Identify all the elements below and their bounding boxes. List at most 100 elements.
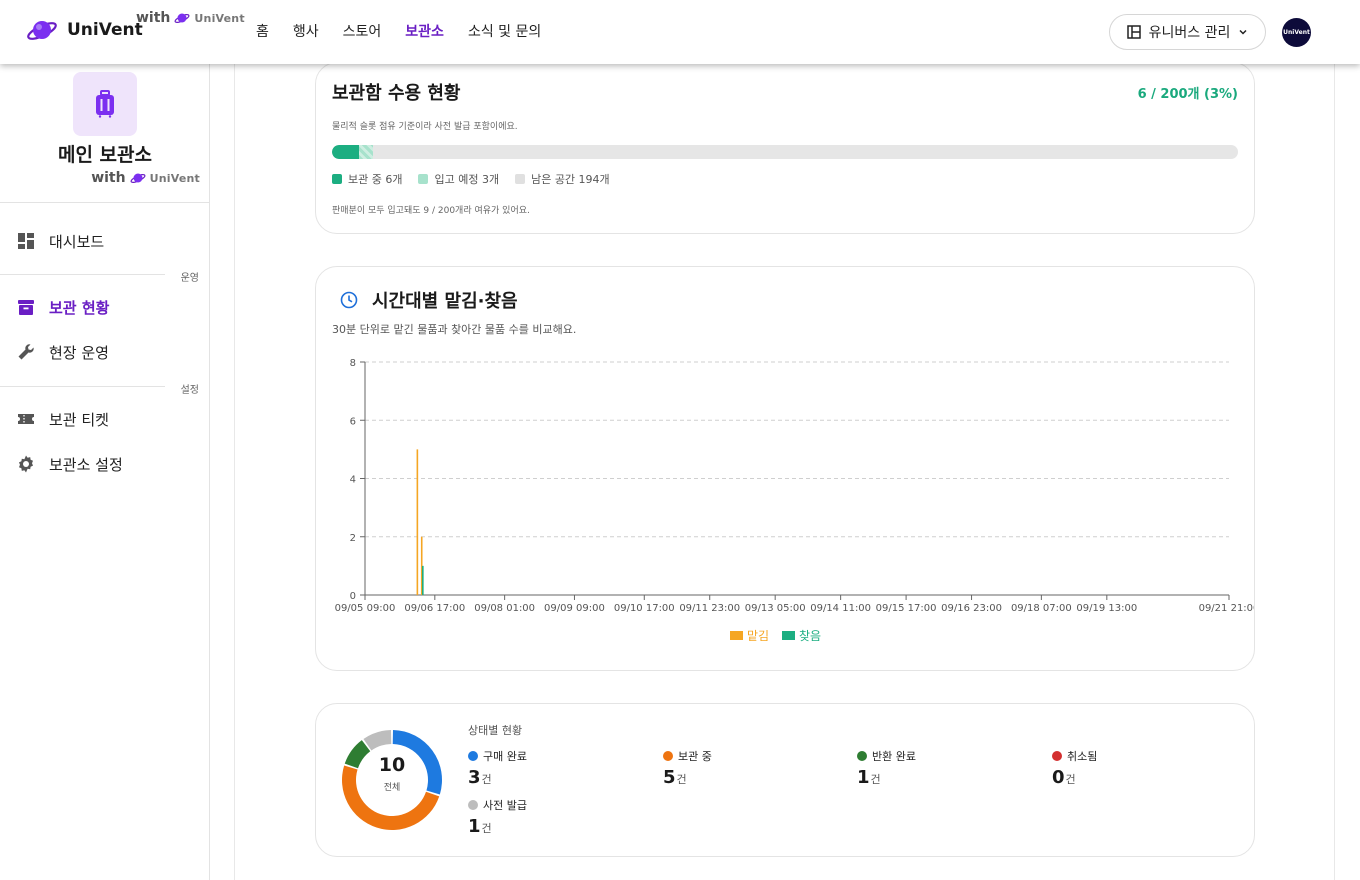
with-brand: UniVent — [194, 11, 245, 25]
nav-storage[interactable]: 보관소 — [405, 21, 444, 41]
timeline-subtitle: 30분 단위로 맡긴 물품과 찾아간 물품 수를 비교해요. — [332, 323, 577, 336]
x-tick-label: 09/14 11:00 — [810, 603, 871, 614]
status-dot — [663, 751, 673, 761]
legend-swatch — [515, 174, 526, 184]
status-dot — [1052, 751, 1062, 761]
status-purchased: 구매 완료 3건 — [468, 748, 527, 788]
status-count: 1 — [468, 816, 481, 837]
nav-events[interactable]: 행사 — [293, 21, 319, 41]
legend-incoming: 입고 예정 3개 — [418, 171, 499, 187]
legend-label: 입고 예정 3개 — [434, 173, 500, 186]
sidebar-item-storage-ticket[interactable]: 보관 티켓 — [0, 399, 209, 439]
status-count: 0 — [1052, 767, 1065, 788]
with-label: with — [136, 10, 171, 26]
chart-bar — [422, 565, 424, 595]
status-unit: 건 — [481, 773, 492, 786]
status-name: 반환 완료 — [872, 750, 916, 763]
legend-label: 맡김 — [747, 629, 769, 643]
status-dot — [857, 751, 867, 761]
x-tick-label: 09/09 09:00 — [544, 603, 605, 614]
status-unit: 건 — [1065, 773, 1076, 786]
section-label-settings: 설정 — [180, 385, 199, 396]
sidebar-divider — [0, 202, 209, 203]
capacity-title: 보관함 수용 현황 — [332, 83, 461, 104]
universe-manage-label: 유니버스 관리 — [1148, 25, 1231, 41]
store-with-brand: UniVent — [149, 171, 200, 185]
legend-swatch — [782, 631, 795, 640]
status-unit: 건 — [870, 773, 881, 786]
store-with-label: with — [91, 170, 126, 186]
legend-swatch — [418, 174, 429, 184]
sidebar-item-storage-status[interactable]: 보관 현황 — [0, 287, 209, 327]
gear-icon — [19, 455, 33, 473]
y-tick-label: 0 — [350, 591, 356, 602]
sidebar-item-label: 현장 운영 — [49, 343, 109, 362]
nav-store[interactable]: 스토어 — [343, 21, 382, 41]
x-tick-label: 09/06 17:00 — [404, 603, 465, 614]
section-label-operations: 운영 — [180, 273, 199, 284]
status-unit: 건 — [481, 822, 492, 835]
x-tick-label: 09/19 13:00 — [1076, 603, 1137, 614]
wrench-icon — [18, 344, 34, 360]
chart-bar — [416, 449, 419, 595]
status-pre-issued: 사전 발급 1건 — [468, 797, 527, 837]
sidebar: 메인 보관소 with UniVent 대시보드 운영 보관 현황 현장 운영 … — [0, 64, 210, 880]
capacity-ratio: 6 / 200개 (3%) — [1137, 87, 1238, 102]
planet-mini-icon — [174, 13, 190, 23]
brand-logo[interactable]: UniVent — [26, 14, 143, 46]
timeline-title: 시간대별 맡김·찾음 — [372, 291, 518, 312]
x-tick-label: 09/21 21:00 — [1199, 603, 1254, 614]
capacity-note: 물리적 슬롯 점유 기준이라 사전 발급 포함이에요. — [332, 122, 518, 132]
capacity-progress-bar — [332, 145, 1238, 159]
status-section-label: 상태별 현황 — [468, 724, 523, 737]
capacity-incoming-fill — [359, 145, 373, 159]
x-tick-label: 09/10 17:00 — [614, 603, 675, 614]
legend-label: 찾음 — [799, 629, 821, 643]
status-storing: 보관 중 5건 — [663, 748, 712, 788]
sidebar-item-onsite-ops[interactable]: 현장 운영 — [0, 332, 209, 372]
user-avatar[interactable]: UniVent — [1282, 18, 1311, 47]
nav-news-contact[interactable]: 소식 및 문의 — [468, 21, 541, 41]
dashboard-icon — [18, 233, 34, 249]
planet-logo-icon — [27, 21, 57, 40]
status-card: 10 전체 상태별 현황 구매 완료 3건 보관 중 5건 반환 완료 1건 취… — [315, 703, 1255, 857]
sidebar-item-storage-settings[interactable]: 보관소 설정 — [0, 444, 209, 484]
chevron-down-icon — [1239, 29, 1247, 35]
sidebar-item-dashboard[interactable]: 대시보드 — [0, 221, 209, 261]
legend-swatch — [730, 631, 743, 640]
section-divider — [0, 386, 165, 387]
sidebar-item-label: 보관소 설정 — [49, 455, 123, 474]
universe-manage-button[interactable]: 유니버스 관리 — [1109, 14, 1266, 50]
status-returned: 반환 완료 1건 — [857, 748, 916, 788]
sidebar-item-label: 보관 현황 — [49, 298, 110, 317]
with-univent-tag: with UniVent — [136, 10, 245, 26]
nav-home[interactable]: 홈 — [256, 21, 269, 41]
sidebar-item-label: 보관 티켓 — [49, 410, 109, 429]
avatar-text: UniVent — [1283, 29, 1310, 36]
sidebar-item-label: 대시보드 — [49, 232, 105, 251]
capacity-stored-fill — [332, 145, 359, 159]
y-tick-label: 6 — [350, 416, 356, 427]
donut-total-number: 10 — [378, 754, 406, 776]
ticket-icon — [18, 414, 34, 424]
timeline-header: 시간대별 맡김·찾음 — [340, 287, 518, 313]
main-nav: 홈 행사 스토어 보관소 소식 및 문의 — [256, 21, 541, 41]
x-tick-label: 09/15 17:00 — [876, 603, 937, 614]
store-icon-tile — [73, 72, 137, 136]
status-name: 보관 중 — [678, 750, 712, 763]
x-tick-label: 09/16 23:00 — [941, 603, 1002, 614]
status-name: 사전 발급 — [483, 799, 527, 812]
section-divider — [0, 274, 165, 275]
legend-label: 남은 공간 194개 — [531, 173, 610, 186]
y-tick-label: 8 — [350, 358, 356, 369]
y-tick-label: 2 — [350, 533, 356, 544]
x-tick-label: 09/11 23:00 — [679, 603, 740, 614]
x-tick-label: 09/05 09:00 — [335, 603, 396, 614]
status-count: 1 — [857, 767, 870, 788]
status-count: 3 — [468, 767, 481, 788]
layout-icon — [1126, 25, 1141, 39]
luggage-icon — [96, 90, 114, 118]
archive-icon — [18, 300, 34, 315]
capacity-card: 보관함 수용 현황 6 / 200개 (3%) 물리적 슬롯 점유 기준이라 사… — [315, 62, 1255, 234]
x-tick-label: 09/18 07:00 — [1011, 603, 1072, 614]
